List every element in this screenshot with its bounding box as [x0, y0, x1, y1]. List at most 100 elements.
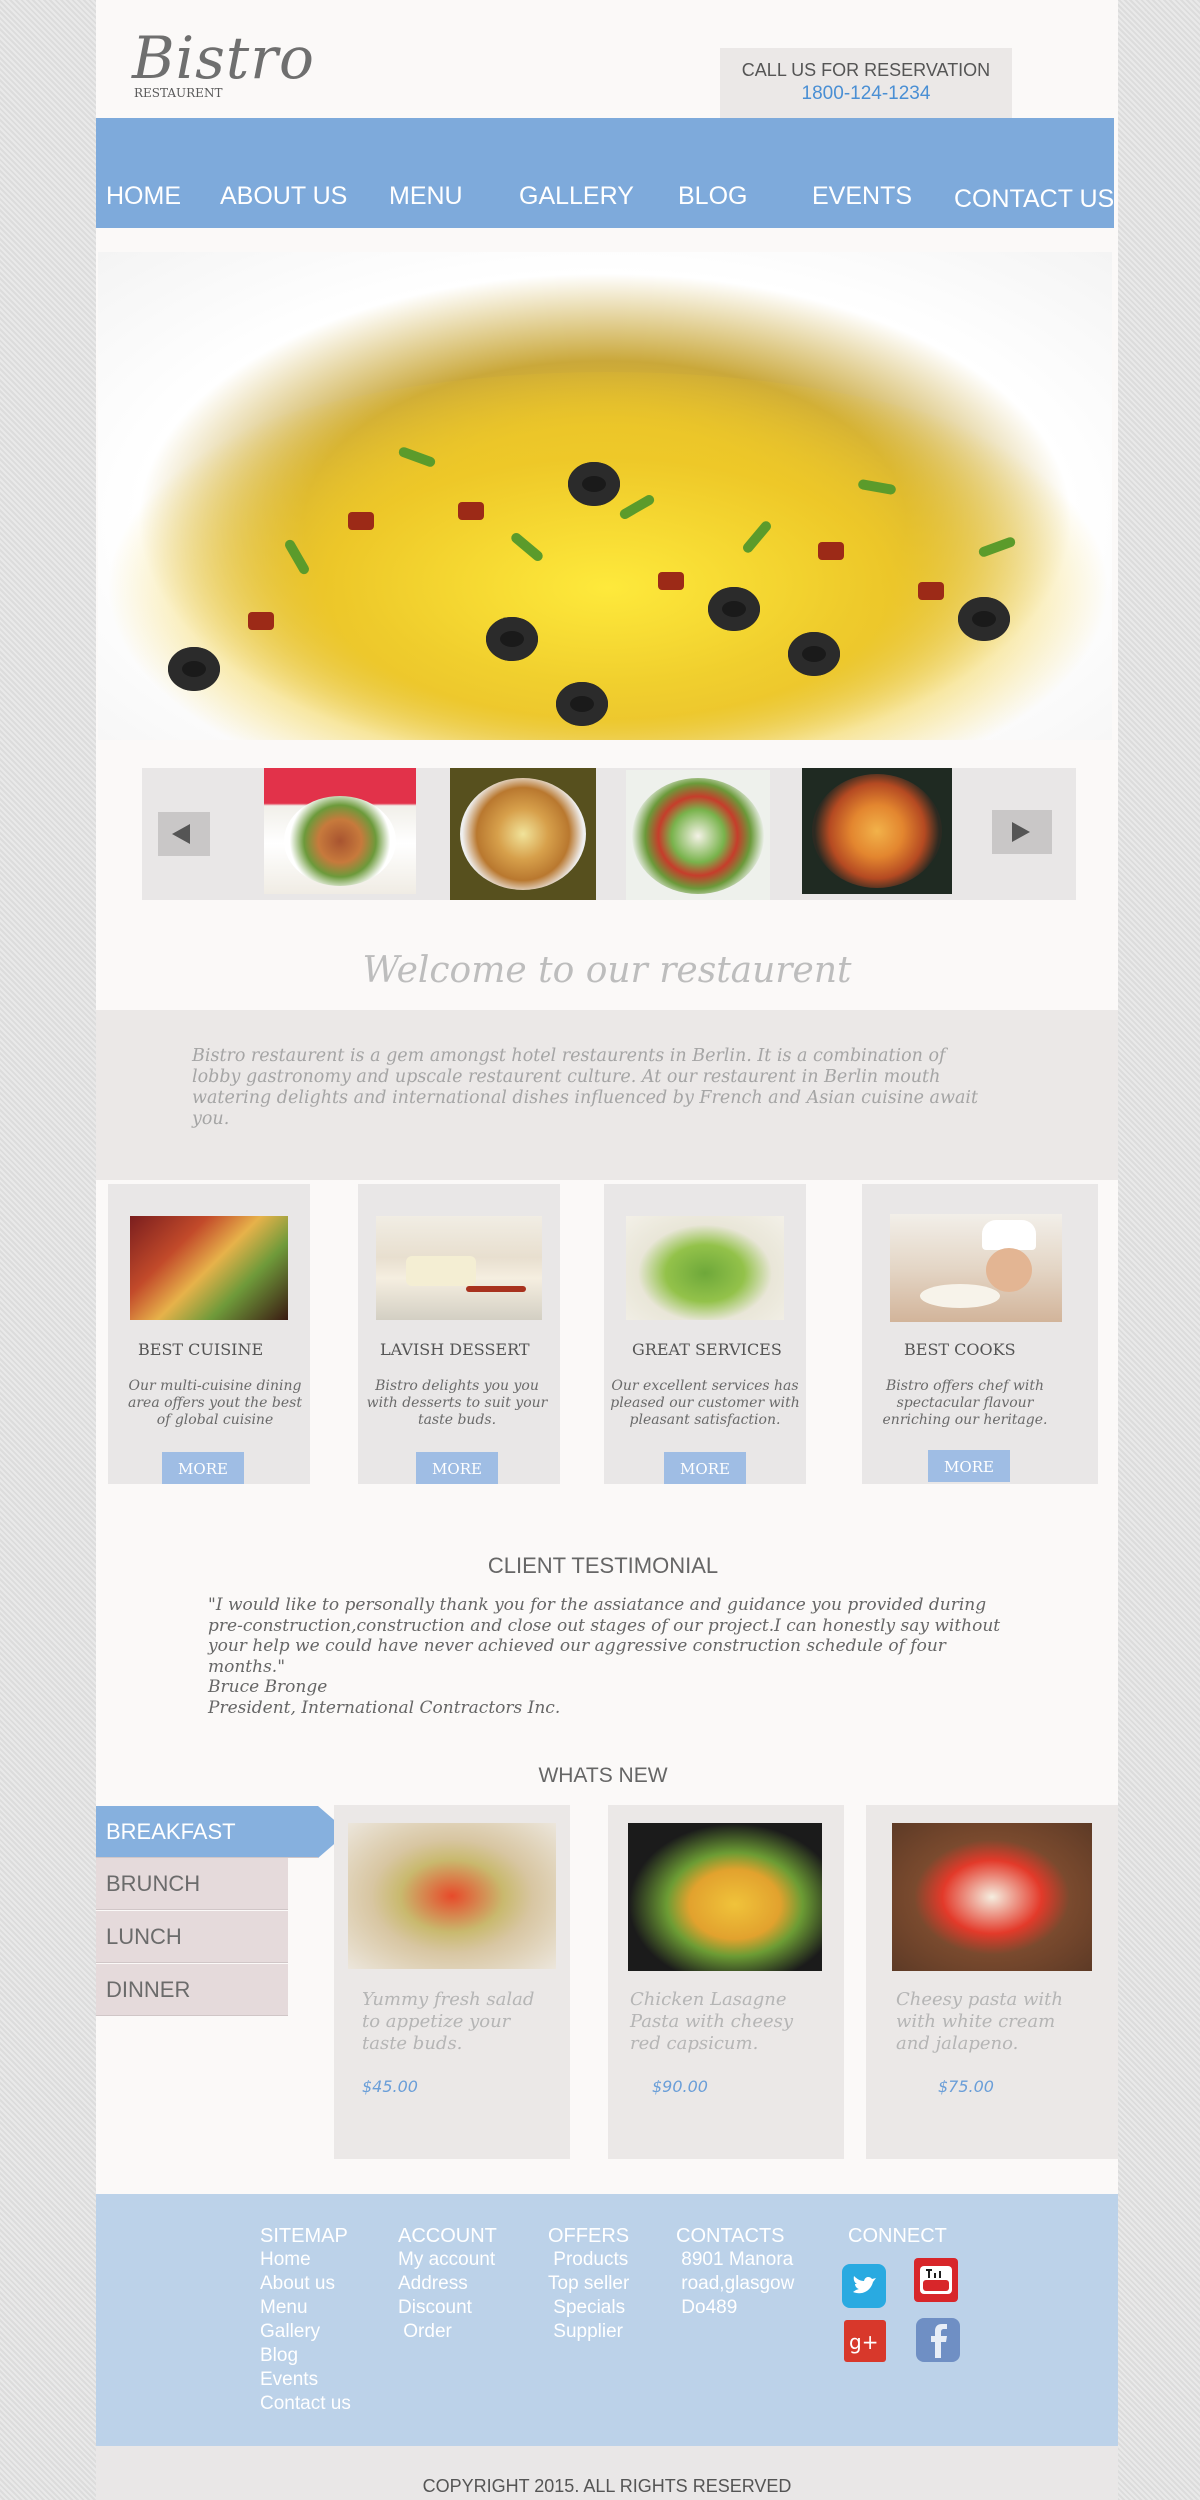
copyright-text: COPYRIGHT 2015. ALL RIGHTS RESERVED	[422, 2476, 792, 2496]
dish-image	[892, 1823, 1092, 1971]
footer-address-line: Do489	[676, 2297, 738, 2318]
nav-blog[interactable]: BLOG	[678, 182, 747, 211]
tab-brunch[interactable]: BRUNCH	[96, 1858, 288, 1910]
footer-address-line: road,glasgow	[676, 2273, 795, 2294]
page: Bistro RESTAURENT CALL US FOR RESERVATIO…	[96, 0, 1118, 2500]
footer-heading: SITEMAP	[260, 2225, 348, 2247]
feature-title: GREAT SERVICES	[632, 1340, 782, 1359]
feature-title: BEST COOKS	[904, 1340, 1016, 1359]
nav-about-us[interactable]: ABOUT US	[220, 182, 347, 211]
footer-link[interactable]: Discount	[398, 2296, 497, 2320]
footer-link[interactable]: Address	[398, 2272, 497, 2296]
footer-sitemap: SITEMAP Home About us Menu Gallery Blog …	[260, 2224, 351, 2416]
dish-description: Yummy fresh salad to appetize your taste…	[362, 1989, 535, 2054]
dish-description: Cheesy pasta with with white cream and j…	[896, 1989, 1063, 2054]
footer-link[interactable]: About us	[260, 2272, 351, 2296]
footer-heading: ACCOUNT	[398, 2225, 497, 2247]
nav-events[interactable]: EVENTS	[812, 182, 912, 211]
feature-title: BEST CUISINE	[138, 1340, 264, 1359]
footer-offers: OFFERS Products Top seller Specials Supp…	[548, 2224, 629, 2344]
reservation-phone[interactable]: 1800-124-1234	[720, 83, 1012, 105]
dish-card: Yummy fresh salad to appetize your taste…	[334, 1805, 570, 2159]
whats-new-heading: WHATS NEW	[538, 1764, 668, 1787]
tab-breakfast[interactable]: BREAKFAST	[96, 1806, 348, 1858]
footer-link[interactable]: Supplier	[548, 2320, 629, 2344]
nav-home[interactable]: HOME	[106, 182, 181, 211]
facebook-icon[interactable]	[916, 2318, 960, 2362]
footer-link[interactable]: Specials	[548, 2296, 629, 2320]
more-button[interactable]: MORE	[928, 1450, 1010, 1482]
footer-heading: CONNECT	[848, 2225, 947, 2247]
nav-contact-us[interactable]: CONTACT US	[954, 185, 1114, 214]
carousel-thumbnail[interactable]	[626, 770, 770, 900]
footer-link[interactable]: My account	[398, 2248, 497, 2272]
arrow-right-icon	[1012, 822, 1030, 842]
footer-link[interactable]: Blog	[260, 2344, 351, 2368]
twitter-icon[interactable]	[842, 2264, 886, 2308]
testimonial-author: Bruce Bronge	[208, 1677, 328, 1697]
footer-link[interactable]: Products	[548, 2248, 629, 2272]
hero-image	[98, 252, 1112, 740]
dish-image	[348, 1823, 556, 1969]
reservation-label: CALL US FOR RESERVATION	[741, 60, 991, 80]
footer-account: ACCOUNT My account Address Discount Orde…	[398, 2224, 497, 2344]
footer-link[interactable]: Gallery	[260, 2320, 351, 2344]
carousel-next-button[interactable]	[992, 810, 1052, 854]
carousel-prev-button[interactable]	[158, 812, 210, 856]
carousel-thumbnail[interactable]	[802, 768, 952, 894]
dish-image	[628, 1823, 822, 1971]
footer-link[interactable]: Menu	[260, 2296, 351, 2320]
testimonial-heading: CLIENT TESTIMONIAL	[487, 1553, 719, 1578]
more-button[interactable]: MORE	[416, 1452, 498, 1484]
google-plus-icon[interactable]: g+	[844, 2320, 886, 2362]
tab-lunch[interactable]: LUNCH	[96, 1911, 288, 1963]
footer-link[interactable]: Contact us	[260, 2392, 351, 2416]
footer-heading: CONTACTS	[676, 2225, 785, 2247]
feature-text: Bistro offers chef with spectacular flav…	[882, 1378, 1048, 1428]
carousel-thumbnail[interactable]	[264, 768, 416, 894]
tab-dinner[interactable]: DINNER	[96, 1964, 288, 2016]
feature-card: LAVISH DESSERT Bistro delights you you w…	[358, 1184, 560, 1484]
intro-text: Bistro restaurent is a gem amongst hotel…	[192, 1046, 979, 1129]
footer: SITEMAP Home About us Menu Gallery Blog …	[96, 2194, 1118, 2446]
dish-price: $75.00	[938, 2077, 994, 2096]
youtube-icon[interactable]	[914, 2258, 958, 2302]
dish-card: Chicken Lasagne Pasta with cheesy red ca…	[608, 1805, 844, 2159]
footer-contacts: CONTACTS 8901 Manora road,glasgow Do489	[676, 2224, 794, 2320]
feature-text: Bistro delights you you with desserts to…	[366, 1378, 548, 1428]
feature-image	[890, 1214, 1062, 1322]
svg-text:g+: g+	[849, 2330, 878, 2354]
footer-connect: CONNECT	[848, 2224, 947, 2248]
footer-link[interactable]: Events	[260, 2368, 351, 2392]
main-nav: HOME ABOUT US MENU GALLERY BLOG EVENTS C…	[96, 118, 1114, 228]
feature-title: LAVISH DESSERT	[380, 1340, 530, 1359]
carousel-thumbnail[interactable]	[450, 768, 596, 900]
intro-section: Bistro restaurent is a gem amongst hotel…	[96, 1010, 1118, 1180]
dish-price: $45.00	[362, 2077, 418, 2096]
dish-price: $90.00	[652, 2077, 708, 2096]
logo[interactable]: Bistro RESTAURENT	[132, 24, 315, 100]
more-button[interactable]: MORE	[162, 1452, 244, 1484]
feature-text: Our excellent services has pleased our c…	[610, 1378, 800, 1428]
feature-card: GREAT SERVICES Our excellent services ha…	[604, 1184, 806, 1484]
dish-description: Chicken Lasagne Pasta with cheesy red ca…	[630, 1989, 794, 2054]
testimonial-role: President, International Contractors Inc…	[208, 1697, 561, 1718]
logo-subtitle: RESTAURENT	[134, 86, 223, 100]
feature-card: BEST CUISINE Our multi-cuisine dining ar…	[108, 1184, 310, 1484]
footer-link[interactable]: Order	[398, 2320, 497, 2344]
feature-text: Our multi-cuisine dining area offers you…	[128, 1378, 302, 1428]
nav-gallery[interactable]: GALLERY	[519, 182, 634, 211]
feature-image	[626, 1216, 784, 1320]
footer-link[interactable]: Home	[260, 2248, 351, 2272]
logo-title: Bistro	[132, 24, 315, 92]
testimonial-block: "I would like to personally thank you fo…	[208, 1595, 1008, 1718]
testimonial-quote: "I would like to personally thank you fo…	[208, 1595, 1001, 1677]
footer-address-line: 8901 Manora	[676, 2249, 794, 2270]
more-button[interactable]: MORE	[664, 1452, 746, 1484]
thumbnail-carousel: <	[142, 768, 1076, 900]
footer-link[interactable]: Top seller	[548, 2272, 629, 2296]
nav-menu[interactable]: MENU	[389, 182, 463, 211]
feature-image	[130, 1216, 288, 1320]
feature-image	[376, 1216, 542, 1320]
arrow-left-icon	[172, 824, 190, 844]
